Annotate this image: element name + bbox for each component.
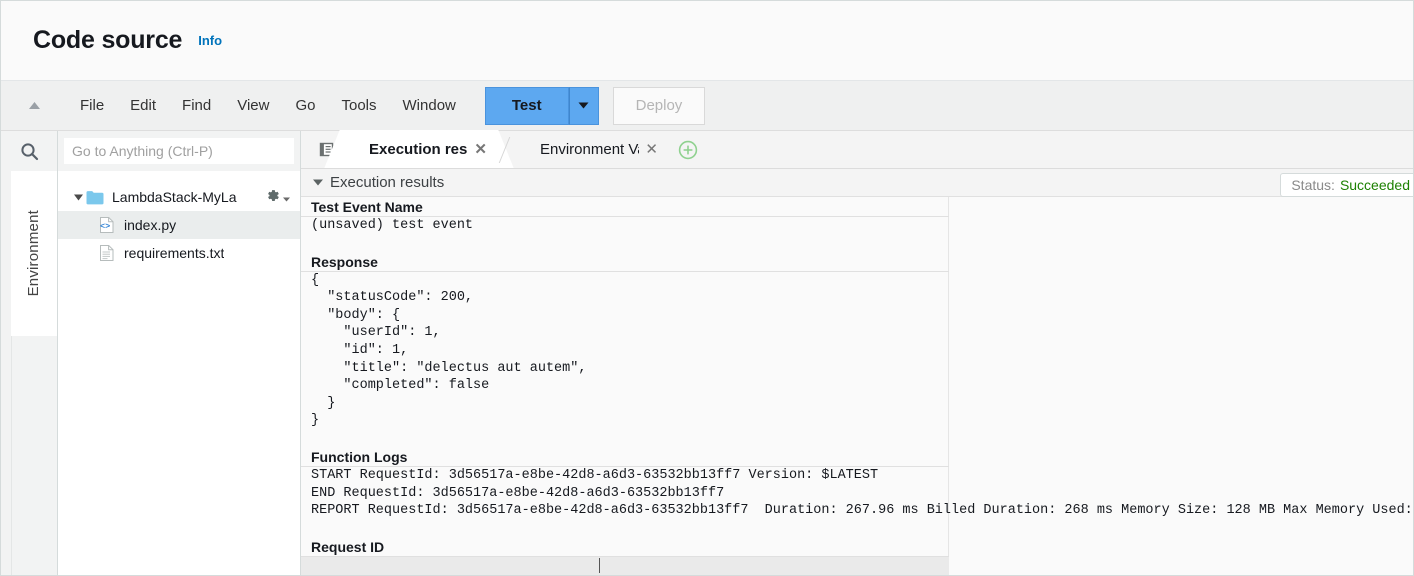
tab-execution-results[interactable]: Execution results ✕ (343, 130, 495, 168)
menu-item-file[interactable]: File (67, 91, 117, 120)
go-to-anything-input[interactable] (64, 138, 294, 164)
execution-results-section-header[interactable]: Execution results Status: Succeeded (301, 169, 1413, 197)
close-icon[interactable]: ✕ (474, 142, 487, 157)
tree-node-folder-label: LambdaStack-MyLa (112, 189, 237, 205)
text-file-icon (98, 244, 120, 262)
search-icon[interactable] (1, 131, 57, 171)
section-response: Response { "statusCode": 200, "body": { … (301, 252, 1413, 430)
status-label: Status: (1291, 177, 1335, 193)
test-event-name-value: (unsaved) test event (301, 217, 1413, 235)
tree-node-index-py[interactable]: <> index.py (58, 211, 300, 239)
menu-item-window[interactable]: Window (390, 91, 469, 120)
plus-circle-icon[interactable] (678, 140, 698, 160)
response-heading: Response (301, 252, 949, 272)
tab-environment-variables-label: Environment Var (540, 141, 639, 158)
left-rail: Environment (1, 131, 58, 575)
execution-results-body[interactable]: Test Event Name (unsaved) test event Res… (301, 197, 1413, 575)
section-request-id: Request ID 3d56517a-e8be-42d8-a6d3-63532… (301, 537, 1413, 575)
caret-down-icon[interactable] (70, 194, 86, 201)
tab-environment-variables[interactable]: Environment Var ✕ (514, 130, 666, 168)
test-dropdown-caret-icon[interactable] (569, 87, 599, 125)
file-tree: LambdaStack-MyLa (58, 171, 300, 267)
deploy-button[interactable]: Deploy (613, 87, 706, 125)
function-logs-heading: Function Logs (301, 447, 949, 467)
caret-down-small-icon[interactable] (283, 189, 290, 205)
tree-node-requirements-txt[interactable]: requirements.txt (58, 239, 300, 267)
sidebar-tab-environment-label: Environment (25, 210, 42, 296)
section-test-event-name: Test Event Name (unsaved) test event (301, 197, 1413, 235)
menu-item-find[interactable]: Find (169, 91, 224, 120)
panel-header: Code source Info (1, 1, 1413, 81)
request-id-heading: Request ID (301, 537, 949, 557)
menu-bar: File Edit Find View Go Tools Window Test… (1, 81, 1413, 131)
workspace-body: Environment LambdaSta (1, 131, 1413, 575)
caret-down-icon[interactable] (313, 179, 323, 186)
section-function-logs: Function Logs START RequestId: 3d56517a-… (301, 447, 1413, 520)
folder-icon (86, 190, 108, 205)
execution-results-label: Execution results (330, 174, 444, 191)
info-link[interactable]: Info (198, 33, 222, 48)
code-source-panel: Code source Info File Edit Find View Go … (0, 0, 1414, 576)
tab-strip: Execution results ✕ Environment Var ✕ (301, 131, 1413, 169)
section-gap (301, 235, 1413, 252)
caret-up-icon[interactable] (19, 91, 49, 121)
folder-settings[interactable] (265, 188, 290, 206)
menu-item-edit[interactable]: Edit (117, 91, 169, 120)
sidebar-tab-environment[interactable]: Environment (11, 171, 57, 336)
test-event-name-heading: Test Event Name (301, 197, 949, 217)
close-icon[interactable]: ✕ (645, 142, 658, 157)
status-badge: Status: Succeeded (1280, 173, 1414, 197)
tree-node-index-py-label: index.py (124, 217, 176, 233)
tree-node-folder[interactable]: LambdaStack-MyLa (58, 183, 300, 211)
page-title: Code source (33, 26, 182, 55)
file-tree-panel: LambdaStack-MyLa (58, 131, 301, 575)
gear-icon[interactable] (265, 188, 280, 206)
menu-item-go[interactable]: Go (282, 91, 328, 120)
section-gap (301, 430, 1413, 447)
function-logs-body: START RequestId: 3d56517a-e8be-42d8-a6d3… (301, 467, 1413, 520)
section-gap (301, 520, 1413, 537)
response-body: { "statusCode": 200, "body": { "userId":… (301, 272, 1413, 430)
request-id-value[interactable]: 3d56517a-e8be-42d8-a6d3-63532bb13ff7 (301, 557, 949, 575)
svg-text:<>: <> (100, 222, 110, 232)
menu-item-tools[interactable]: Tools (328, 91, 389, 120)
test-button-group: Test (485, 87, 599, 125)
status-value: Succeeded (1340, 177, 1410, 193)
go-to-anything-row (58, 131, 300, 171)
code-file-icon: <> (98, 216, 120, 234)
tree-node-requirements-txt-label: requirements.txt (124, 245, 224, 261)
rail-filler (11, 336, 57, 575)
tab-execution-results-label: Execution results (369, 141, 468, 158)
results-panel: Execution results ✕ Environment Var ✕ (301, 131, 1413, 575)
text-caret (599, 558, 600, 573)
test-button[interactable]: Test (485, 87, 569, 125)
menu-item-view[interactable]: View (224, 91, 282, 120)
